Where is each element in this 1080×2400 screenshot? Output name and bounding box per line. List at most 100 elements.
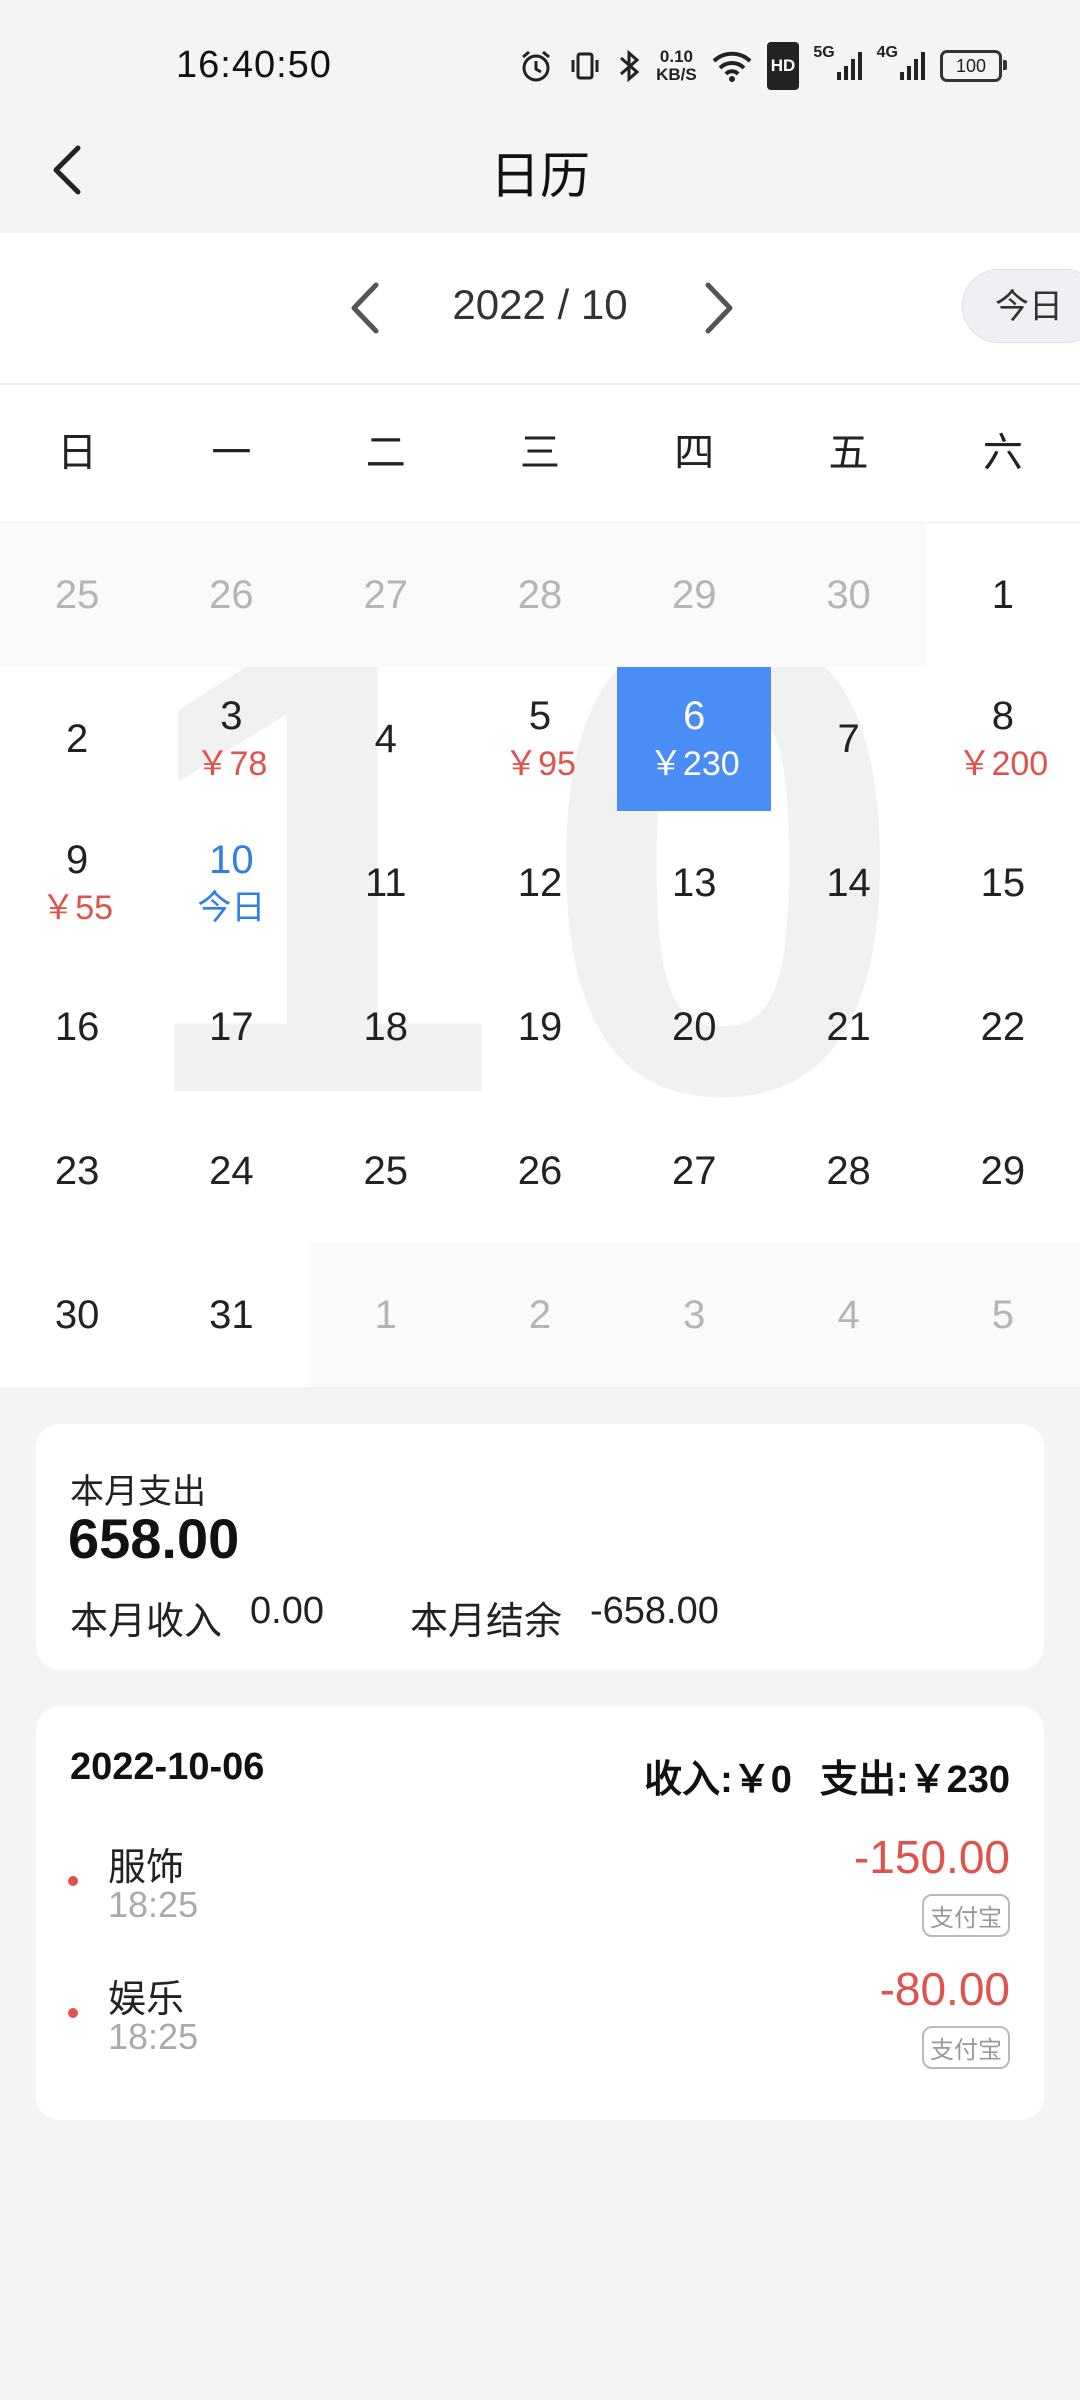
expense-dot (68, 2008, 78, 2018)
calendar-day[interactable]: 4 (771, 1243, 926, 1387)
calendar-day[interactable]: 26 (463, 1099, 617, 1243)
day-number: 27 (363, 573, 408, 617)
day-number: 22 (980, 1005, 1026, 1049)
calendar-day-today[interactable]: 10 今日 (154, 811, 308, 955)
day-number: 9 (66, 838, 89, 882)
calendar-day[interactable]: 31 (154, 1243, 308, 1387)
calendar-day[interactable]: 13 (617, 811, 771, 955)
prev-month-button[interactable] (336, 275, 396, 341)
calendar-day[interactable]: 26 (154, 523, 309, 667)
day-number: 5 (991, 1293, 1014, 1337)
signal-5g-label: 5G (813, 44, 835, 61)
day-number: 5 (528, 694, 552, 738)
calendar-day[interactable]: 14 (771, 811, 925, 955)
day-number: 4 (374, 717, 397, 761)
calendar-day[interactable]: 7 (771, 667, 925, 811)
day-number: 24 (209, 1149, 254, 1193)
transaction-row[interactable]: 娱乐 18:25 -80.00 支付宝 (36, 1962, 1044, 2082)
calendar-day[interactable]: 5 ￥95 (463, 667, 617, 811)
day-expense-amount: ￥78 (195, 745, 268, 783)
day-number: 15 (980, 861, 1026, 905)
calendar-day[interactable]: 19 (463, 955, 617, 1099)
header: 日历 (0, 100, 1080, 232)
calendar-day[interactable]: 18 (309, 955, 463, 1099)
day-expense-amount: ￥95 (504, 745, 576, 783)
day-number: 28 (826, 1149, 871, 1193)
summary-row: 本月收入 0.00 本月结余 -658.00 (70, 1590, 719, 1645)
day-number: 26 (517, 1149, 563, 1193)
calendar-day[interactable]: 11 (309, 811, 463, 955)
calendar-day[interactable]: 9 ￥55 (0, 811, 154, 955)
next-month-button[interactable] (688, 275, 748, 341)
calendar-day[interactable]: 24 (154, 1099, 308, 1243)
network-speed: 0.10 KB/S (656, 44, 697, 88)
day-number: 1 (991, 573, 1014, 617)
calendar-day[interactable]: 12 (463, 811, 617, 955)
signal-4g-icon: 4G (877, 44, 926, 88)
wifi-icon (711, 44, 753, 88)
day-number: 13 (672, 861, 717, 905)
day-number: 8 (991, 694, 1014, 738)
day-number: 30 (54, 1293, 100, 1337)
day-expense-amount: ￥55 (41, 889, 114, 927)
calendar-day[interactable]: 23 (0, 1099, 154, 1243)
weekday-header: 日一二三四五六 (0, 385, 1080, 523)
calendar-day[interactable]: 25 (0, 523, 155, 667)
transaction-row[interactable]: 服饰 18:25 -150.00 支付宝 (36, 1830, 1044, 1950)
calendar-day[interactable]: 27 (617, 1099, 771, 1243)
calendar-day[interactable]: 4 (309, 667, 463, 811)
calendar-day[interactable]: 1 (926, 523, 1080, 667)
day-number: 29 (672, 573, 717, 617)
chevron-left-icon (351, 282, 379, 334)
day-number: 17 (209, 1005, 254, 1049)
calendar-day[interactable]: 22 (926, 955, 1080, 1099)
bluetooth-icon (616, 44, 642, 88)
day-number: 2 (528, 1293, 552, 1337)
day-number: 10 (209, 838, 254, 882)
detail-date: 2022-10-06 (70, 1746, 265, 1788)
calendar-day[interactable]: 3 (617, 1243, 772, 1387)
calendar-day[interactable]: 28 (462, 523, 618, 667)
calendar-day[interactable]: 27 (308, 523, 463, 667)
day-number: 6 (683, 694, 706, 738)
calendar-day[interactable]: 21 (771, 955, 925, 1099)
calendar-day[interactable]: 8 ￥200 (926, 667, 1080, 811)
day-expense-amount: ￥200 (957, 745, 1049, 783)
calendar-day[interactable]: 25 (309, 1099, 463, 1243)
calendar-day[interactable]: 20 (617, 955, 771, 1099)
calendar-day[interactable]: 29 (617, 523, 772, 667)
weekday-label: 三 (519, 431, 560, 475)
weekday-label: 二 (365, 431, 406, 475)
page-title: 日历 (490, 148, 590, 204)
day-detail-card: 2022-10-06 收入:￥0 支出:￥230 服饰 18:25 -150.0… (36, 1706, 1044, 2120)
day-number: 20 (672, 1005, 717, 1049)
signal-5g-icon: 5G (813, 44, 862, 88)
today-button[interactable]: 今日 (962, 269, 1080, 343)
calendar-day[interactable]: 3 ￥78 (154, 667, 308, 811)
calendar-day[interactable]: 29 (926, 1099, 1080, 1243)
calendar-day-selected[interactable]: 6 ￥230 (617, 667, 772, 811)
day-number: 3 (683, 1293, 706, 1337)
calendar-day[interactable]: 5 (925, 1243, 1080, 1387)
transaction-amount: -80.00 (879, 1963, 1010, 2015)
signal-4g-label: 4G (876, 44, 898, 61)
calendar-day[interactable]: 17 (154, 955, 308, 1099)
calendar-day[interactable]: 16 (0, 955, 154, 1099)
calendar-day[interactable]: 1 (308, 1243, 463, 1387)
net-speed-value: 0.10 (659, 47, 693, 66)
calendar-day[interactable]: 30 (771, 523, 926, 667)
income-value: 0.00 (250, 1590, 324, 1632)
calendar-day[interactable]: 2 (462, 1243, 618, 1387)
hd-badge: HD (766, 42, 800, 90)
weekday-label: 五 (828, 431, 869, 475)
calendar-day[interactable]: 30 (0, 1243, 154, 1387)
day-number: 23 (54, 1149, 100, 1193)
balance-label: 本月结余 (409, 1601, 562, 1643)
calendar-day[interactable]: 2 (0, 667, 154, 811)
day-number: 12 (517, 861, 563, 905)
calendar-day[interactable]: 15 (926, 811, 1080, 955)
day-number: 2 (66, 717, 89, 761)
payment-method-badge: 支付宝 (922, 2026, 1010, 2069)
calendar-day[interactable]: 28 (771, 1099, 925, 1243)
day-number: 14 (826, 861, 871, 905)
